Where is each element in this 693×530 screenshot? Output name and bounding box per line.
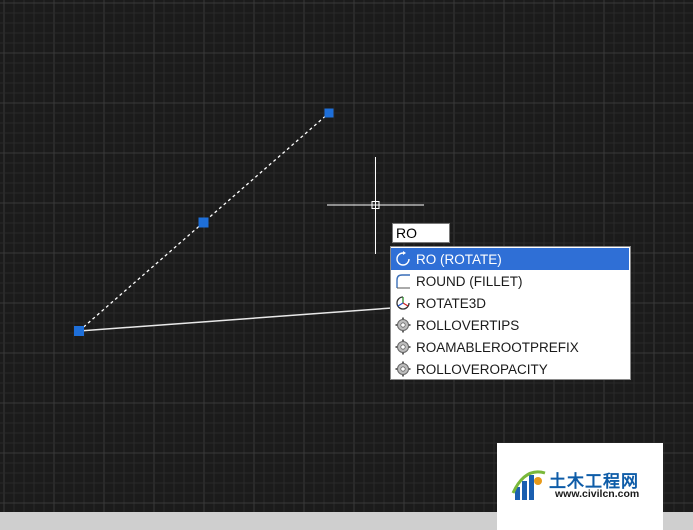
suggestion-label: ROAMABLEROOTPREFIX <box>416 339 579 355</box>
suggestion-rollovertips[interactable]: ROLLOVERTIPS <box>391 314 630 336</box>
watermark-logo: 土木工程网 www.civilcn.com <box>497 443 663 530</box>
suggestion-rolloveropacity[interactable]: ROLLOVEROPACITY <box>391 358 630 380</box>
suggestion-roamablerootprefix[interactable]: ROAMABLEROOTPREFIX <box>391 336 630 358</box>
suggestion-rotate3d[interactable]: ROTATE3D <box>391 292 630 314</box>
fillet-icon <box>396 274 410 289</box>
suggestion-label: RO (ROTATE) <box>416 251 502 267</box>
logo-icon <box>511 470 546 500</box>
suggestion-rotate[interactable]: RO (ROTATE) <box>391 248 629 270</box>
rotate3d-icon <box>396 296 410 310</box>
logo-url: www.civilcn.com <box>555 488 640 500</box>
command-input[interactable]: RO <box>392 223 450 243</box>
gear-icon <box>395 339 411 355</box>
suggestion-label: ROUND (FILLET) <box>416 273 523 289</box>
solid-line[interactable] <box>78 307 393 332</box>
gear-icon <box>395 361 411 377</box>
grip-midpoint[interactable] <box>198 217 209 228</box>
suggestion-label: ROTATE3D <box>416 295 487 311</box>
suggestion-label: ROLLOVERTIPS <box>416 317 520 333</box>
rotate-icon <box>396 251 410 266</box>
autocomplete-list[interactable]: RO (ROTATE) ROUND (FILLET) ROTATE3D ROLL… <box>390 246 631 380</box>
gear-icon <box>395 317 411 333</box>
suggestion-round[interactable]: ROUND (FILLET) <box>391 270 630 292</box>
grip-endpoint-bottom[interactable] <box>74 326 84 336</box>
suggestion-label: ROLLOVEROPACITY <box>416 361 548 377</box>
grip-endpoint-top[interactable] <box>324 108 334 118</box>
